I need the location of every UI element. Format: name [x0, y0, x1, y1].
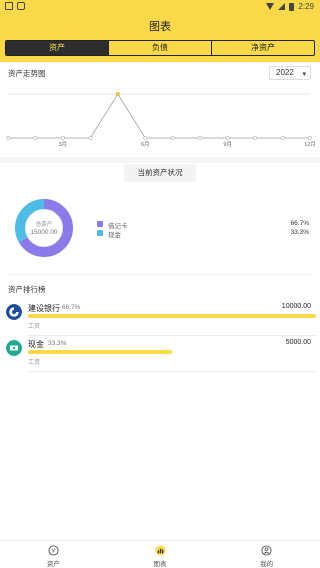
signal-icon	[278, 3, 286, 10]
chart-point[interactable]	[33, 136, 38, 140]
divider	[28, 335, 316, 336]
nav-label: 图表	[153, 561, 167, 568]
tab-liabilities[interactable]: 负债	[109, 41, 212, 55]
tab-net-assets[interactable]: 净资产	[212, 41, 314, 55]
nav-assets[interactable]: ¥ 资产	[0, 541, 107, 568]
chart-point[interactable]	[280, 136, 285, 140]
chart-tick-label: 9月	[223, 141, 232, 148]
chart-point[interactable]	[61, 136, 65, 140]
nav-label: 资产	[46, 561, 60, 568]
bottom-nav: ¥ 资产 图表 我的	[0, 540, 320, 568]
donut-center-label: 总资产	[35, 222, 53, 228]
divider	[8, 274, 312, 275]
chart-point[interactable]	[198, 136, 203, 140]
section-divider	[0, 157, 320, 163]
chart-point[interactable]	[253, 136, 257, 140]
profile-icon	[261, 545, 272, 556]
legend-swatch	[97, 221, 103, 227]
nav-profile[interactable]: 我的	[213, 541, 320, 568]
ranking-title: 资产排行榜	[8, 285, 46, 294]
donut-center: 总资产 15000.00	[14, 198, 74, 258]
chart-tick-label: 3月	[59, 141, 68, 148]
ranking-item-name: 现金	[28, 340, 44, 349]
app-bar: 图表 资产 负债 净资产	[0, 14, 320, 62]
notification-icon	[17, 2, 25, 10]
legend-item: 借记卡 66.7%	[97, 220, 309, 230]
asset-donut: 总资产 15000.00	[14, 198, 74, 258]
ranking-item-bar	[28, 350, 172, 354]
nav-chart[interactable]: 图表	[107, 541, 214, 568]
page-title: 图表	[149, 21, 171, 33]
chart-point[interactable]	[225, 136, 230, 140]
legend-name: 现金	[108, 232, 121, 239]
year-select[interactable]: 2022 ▾	[269, 66, 311, 80]
ranking-item-amount: 10000.00	[281, 303, 311, 310]
battery-icon	[289, 2, 295, 11]
chart-point[interactable]	[6, 136, 10, 140]
current-status-pill[interactable]: 当前资产状况	[124, 164, 196, 182]
status-time: 2:29	[298, 2, 314, 11]
ranking-item-percent: 66.7%	[62, 304, 81, 311]
ranking-item-bar	[28, 314, 316, 318]
wifi-icon	[266, 3, 275, 10]
segment-tabs: 资产 负债 净资产	[5, 40, 315, 56]
chart-point[interactable]	[170, 136, 175, 140]
cash-icon	[6, 340, 22, 356]
donut-center-value: 15000.00	[30, 229, 58, 236]
chart-tick-label: 6月	[141, 141, 150, 148]
chart-point[interactable]	[115, 92, 120, 96]
svg-text:¥: ¥	[52, 549, 56, 555]
ranking-item-percent: 33.3%	[48, 340, 67, 347]
ranking-item-sub: 工资	[28, 360, 41, 366]
nav-label: 我的	[260, 561, 274, 568]
trend-line-chart: 3月 6月 9月 12月	[6, 92, 316, 148]
status-bar: 2:29	[0, 0, 320, 14]
chart-point[interactable]	[308, 136, 312, 140]
legend-item: 现金 33.3%	[97, 229, 309, 239]
chart-point[interactable]	[88, 136, 93, 140]
ranking-item-amount: 5000.00	[285, 339, 311, 346]
trend-title: 资产走势图	[8, 69, 46, 78]
ranking-item-sub: 工资	[28, 324, 41, 330]
legend-swatch	[97, 230, 103, 236]
triangle-down-icon: ▾	[302, 71, 306, 78]
sim-icon	[5, 2, 13, 10]
tab-assets[interactable]: 资产	[6, 41, 109, 55]
year-value: 2022	[276, 68, 294, 77]
divider	[28, 371, 316, 372]
chart-point[interactable]	[143, 136, 148, 140]
chart-icon	[154, 545, 166, 556]
legend-percent: 66.7%	[290, 220, 309, 227]
bank-ccb-icon	[6, 304, 22, 320]
asset-coin-icon: ¥	[48, 545, 59, 556]
chart-tick-label: 12月	[304, 141, 316, 148]
ranking-item[interactable]: 建设银行 66.7% 10000.00 工资	[0, 302, 320, 336]
chart-series-line	[8, 93, 310, 139]
legend-percent: 33.3%	[290, 229, 309, 236]
ranking-item[interactable]: 现金 33.3% 5000.00 工资	[0, 338, 320, 372]
donut-legend: 借记卡 66.7% 现金 33.3%	[97, 220, 309, 239]
ranking-item-name: 建设银行	[28, 304, 60, 313]
